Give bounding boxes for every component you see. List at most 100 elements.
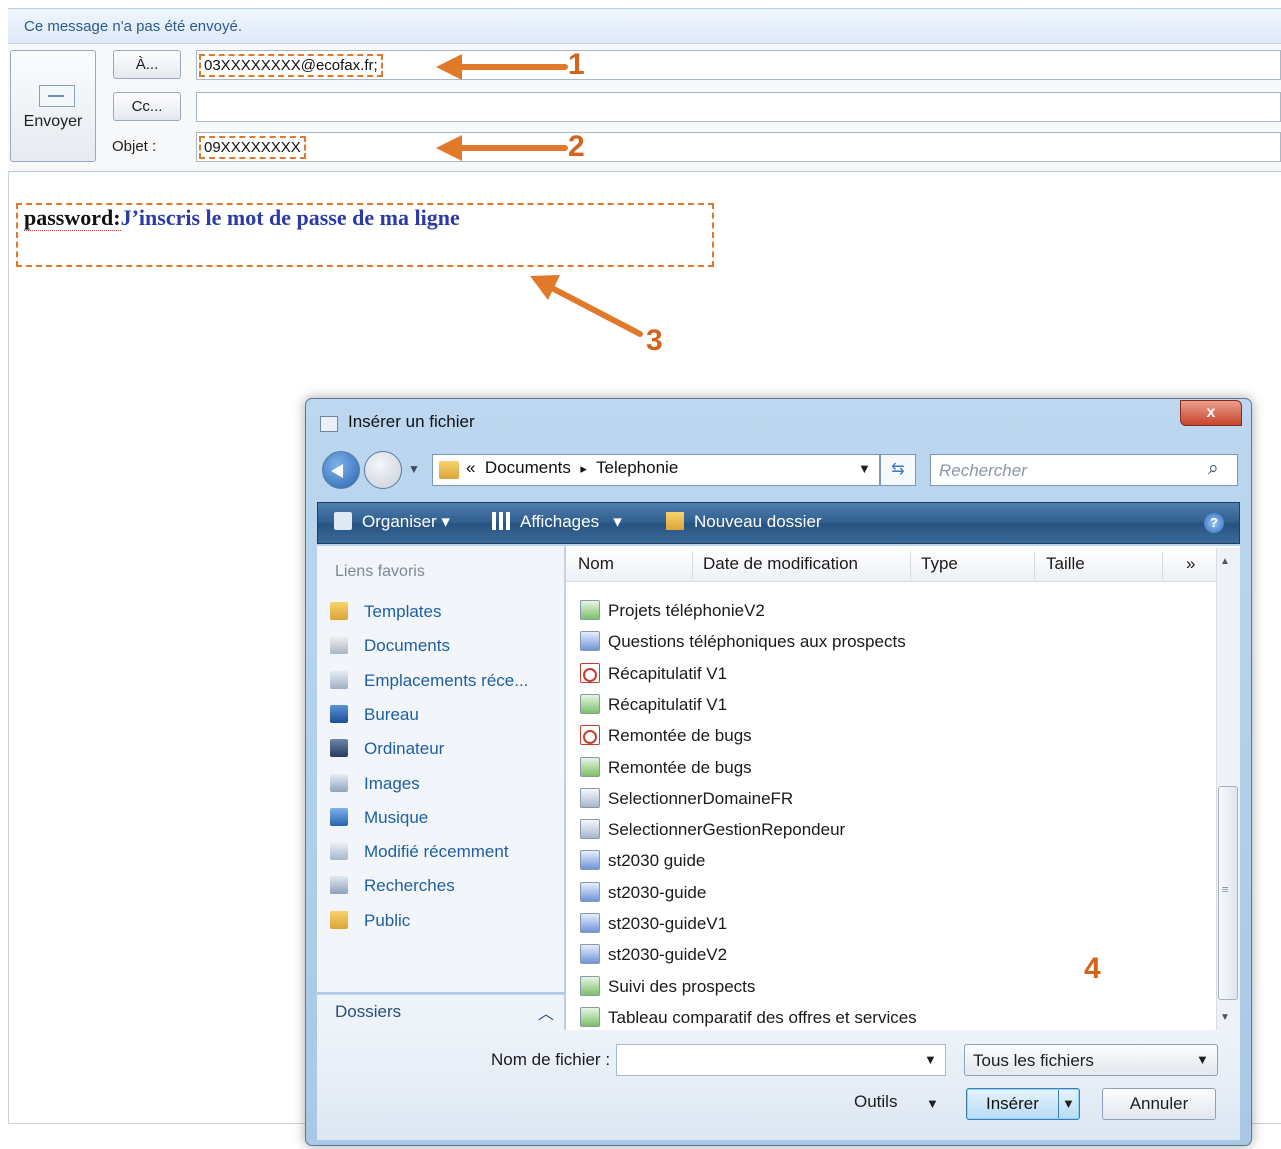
organize-button[interactable]: Organiser ▾ — [334, 512, 450, 532]
tools-dropdown-icon[interactable]: ▼ — [926, 1096, 939, 1111]
to-value: 03XXXXXXXX@ecofax.fr; — [199, 54, 383, 77]
to-button[interactable]: À... — [113, 50, 181, 79]
fav-item-musique[interactable]: Musique — [330, 807, 429, 828]
scroll-down-icon[interactable]: ▼ — [1220, 1012, 1230, 1023]
dialog-title: Insérer un fichier — [348, 412, 475, 431]
computer-icon — [330, 739, 348, 758]
file-name: Remontée de bugs — [608, 726, 752, 746]
file-row[interactable]: st2030-guideV2 — [580, 944, 727, 965]
fav-item-images[interactable]: Images — [330, 773, 420, 794]
insert-dropdown-icon[interactable]: ▼ — [1062, 1096, 1075, 1111]
cancel-button[interactable]: Annuler — [1102, 1088, 1216, 1120]
fav-item-ordinateur[interactable]: Ordinateur — [330, 739, 444, 759]
new-folder-button[interactable]: Nouveau dossier — [666, 512, 822, 532]
breadcrumb-separator: ▸ — [580, 461, 587, 476]
send-button[interactable]: Envoyer — [10, 50, 96, 162]
word-document-icon — [580, 631, 600, 652]
file-name: Tableau comparatif des offres et service… — [608, 1007, 917, 1027]
fav-label: Ordinateur — [364, 739, 445, 759]
views-label: Affichages — [520, 512, 600, 531]
file-row[interactable]: SelectionnerDomaineFR — [580, 787, 794, 809]
col-size[interactable]: Taille — [1046, 554, 1085, 574]
recent-places-icon — [330, 670, 348, 689]
filename-label: Nom de fichier : — [491, 1050, 611, 1069]
fav-item-documents[interactable]: Documents — [330, 636, 450, 656]
word-document-icon — [580, 850, 600, 871]
spreadsheet-icon — [580, 756, 600, 777]
file-row[interactable]: st2030-guideV1 — [580, 913, 727, 934]
file-row[interactable]: Tableau comparatif des offres et service… — [580, 1006, 917, 1028]
breadcrumb-documents[interactable]: Documents — [485, 458, 571, 477]
col-date[interactable]: Date de modification — [703, 554, 858, 574]
fav-item-bureau[interactable]: Bureau — [330, 704, 419, 725]
cc-field[interactable] — [196, 92, 1281, 122]
spreadsheet-icon — [580, 975, 600, 996]
fav-label: Templates — [364, 602, 442, 621]
subject-field[interactable]: 09XXXXXXXX — [196, 132, 1281, 162]
fav-item-public[interactable]: Public — [330, 910, 411, 931]
file-row[interactable]: Récapitulatif V1 — [580, 693, 727, 715]
pdf-icon — [580, 662, 600, 683]
fav-label: Public — [364, 910, 411, 930]
fav-label: Modifié récemment — [364, 842, 509, 862]
pictures-icon — [330, 773, 348, 792]
fav-label: Images — [364, 773, 420, 793]
col-type[interactable]: Type — [921, 554, 958, 574]
file-row[interactable]: st2030-guide — [580, 881, 707, 903]
fav-item-emplacements-r-ce[interactable]: Emplacements réce... — [330, 670, 529, 691]
help-icon[interactable]: ? — [1204, 513, 1224, 533]
file-row[interactable]: SelectionnerGestionRepondeur — [580, 819, 845, 840]
back-button[interactable] — [322, 451, 360, 489]
file-name: SelectionnerDomaineFR — [608, 788, 794, 808]
file-name: Questions téléphoniques aux prospects — [608, 632, 906, 652]
chevron-up-icon[interactable]: ︿ — [538, 1000, 554, 1024]
cc-button[interactable]: Cc... — [113, 92, 181, 121]
breadcrumb-telephonie[interactable]: Telephonie — [596, 458, 678, 477]
breadcrumb-overflow[interactable]: « — [466, 458, 475, 477]
fav-item-modifi-r-cemment[interactable]: Modifié récemment — [330, 842, 509, 862]
search-input[interactable]: Rechercher — [930, 454, 1238, 486]
col-name[interactable]: Nom — [578, 554, 614, 574]
refresh-button[interactable]: ⇆ — [880, 454, 916, 486]
file-row[interactable]: st2030 guide — [580, 850, 705, 871]
file-row[interactable]: Questions téléphoniques aux prospects — [580, 631, 906, 652]
search-icon[interactable]: ⌕ — [1208, 458, 1219, 480]
new-folder-icon — [666, 512, 684, 530]
history-dropdown-icon[interactable]: ▼ — [408, 462, 420, 476]
recently-changed-icon — [330, 842, 348, 861]
dialog-icon — [320, 416, 338, 432]
address-dropdown-icon[interactable]: ▼ — [858, 461, 871, 476]
file-row[interactable]: Remontée de bugs — [580, 756, 752, 778]
file-row[interactable]: Récapitulatif V1 — [580, 662, 727, 684]
filter-dropdown-icon[interactable]: ▼ — [1196, 1052, 1209, 1067]
fav-label: Musique — [364, 807, 429, 827]
mail-compose-window: Ce message n'a pas été envoyé. Envoyer À… — [0, 0, 1281, 1149]
file-name: Projets téléphonieV2 — [608, 601, 765, 620]
folder-icon — [330, 910, 348, 929]
forward-button[interactable] — [364, 451, 402, 489]
close-button[interactable]: x — [1180, 400, 1242, 426]
file-name: st2030-guideV1 — [608, 914, 728, 933]
spreadsheet-icon — [580, 600, 600, 620]
fav-item-templates[interactable]: Templates — [330, 602, 441, 622]
file-row[interactable]: Projets téléphonieV2 — [580, 600, 765, 621]
file-row[interactable]: Remontée de bugs — [580, 725, 752, 746]
subject-value: 09XXXXXXXX — [199, 136, 306, 159]
scroll-up-icon[interactable]: ▲ — [1220, 556, 1230, 567]
file-row[interactable]: Suivi des prospects — [580, 975, 755, 997]
body-text: password:J’inscris le mot de passe de ma… — [24, 205, 460, 231]
fav-label: Emplacements réce... — [364, 670, 529, 690]
to-field[interactable]: 03XXXXXXXX@ecofax.fr; — [196, 50, 1281, 80]
documents-icon — [330, 636, 348, 655]
views-button[interactable]: Affichages ▾ — [492, 512, 622, 532]
file-name: st2030 guide — [608, 851, 706, 871]
tools-button[interactable]: Outils — [854, 1092, 897, 1112]
file-name: st2030-guide — [608, 882, 707, 902]
col-more[interactable]: » — [1186, 554, 1195, 574]
filename-dropdown-icon[interactable]: ▼ — [924, 1052, 937, 1067]
grip-icon: ≡ — [1222, 884, 1229, 896]
file-type-select[interactable]: Tous les fichiers — [964, 1044, 1218, 1076]
spreadsheet-icon — [580, 1006, 600, 1027]
fav-item-recherches[interactable]: Recherches — [330, 876, 455, 896]
filename-input[interactable] — [616, 1044, 946, 1076]
